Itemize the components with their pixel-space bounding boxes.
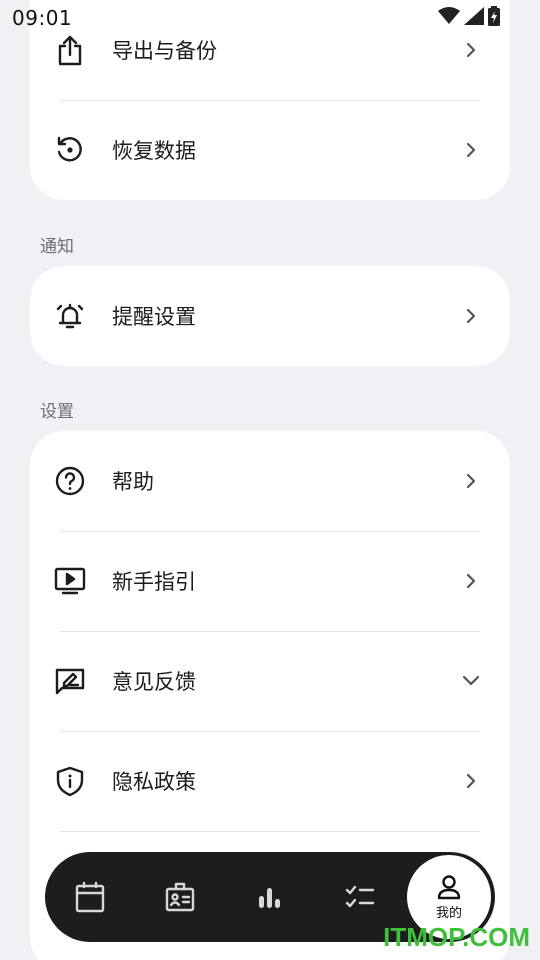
watermark: ITMOP.COM [383,922,530,952]
settings-row-privacy-policy[interactable]: 隐私政策 [30,731,510,831]
battery-charging-icon [488,6,500,26]
calendar-icon [75,881,105,913]
tab-mine-label: 我的 [435,905,462,921]
status-time: 09:01 [12,6,73,30]
chevron-right-icon [464,572,478,590]
chevron-right-icon [464,472,478,490]
settings-row-feedback[interactable]: 意见反馈 [30,631,510,731]
checklist-icon [345,885,375,908]
alarm-bell-icon [54,300,86,332]
settings-row-label: 帮助 [112,470,154,494]
settings-row-label: 隐私政策 [112,770,196,794]
settings-row-reminder[interactable]: 提醒设置 [30,266,510,366]
help-circle-icon [54,465,86,497]
chevron-right-icon [464,772,478,790]
tab-id-card[interactable] [150,852,210,942]
chevron-right-icon [464,41,478,59]
profile-icon [437,874,461,899]
settings-row-label: 意见反馈 [112,670,196,694]
section-title-notification: 通知 [40,237,74,257]
settings-row-label: 新手指引 [112,570,196,594]
chevron-right-icon [464,141,478,159]
divider [60,831,480,832]
section-title-settings: 设置 [40,402,74,422]
chevron-down-icon [462,672,480,690]
status-bar: 09:01 [0,0,540,34]
settings-row-help[interactable]: 帮助 [30,431,510,531]
tab-calendar[interactable] [60,852,120,942]
id-card-icon [165,882,195,912]
share-upload-icon [54,34,86,66]
settings-row-beginner-guide[interactable]: 新手指引 [30,531,510,631]
feedback-edit-icon [54,665,86,697]
tab-statistics[interactable] [240,852,300,942]
play-screen-icon [54,565,86,597]
chevron-right-icon [464,307,478,325]
wifi-icon [438,7,460,24]
signal-icon [464,7,484,25]
status-icons [438,6,500,26]
settings-row-label: 恢复数据 [112,139,196,163]
bar-chart-icon [259,888,280,908]
settings-row-restore-data[interactable]: 恢复数据 [30,100,510,200]
tab-checklist[interactable] [330,852,390,942]
notification-card: 提醒设置 [30,266,510,366]
settings-row-label: 提醒设置 [112,305,196,329]
shield-info-icon [54,765,86,797]
settings-row-label: 导出与备份 [112,39,217,63]
restore-icon [54,134,86,166]
